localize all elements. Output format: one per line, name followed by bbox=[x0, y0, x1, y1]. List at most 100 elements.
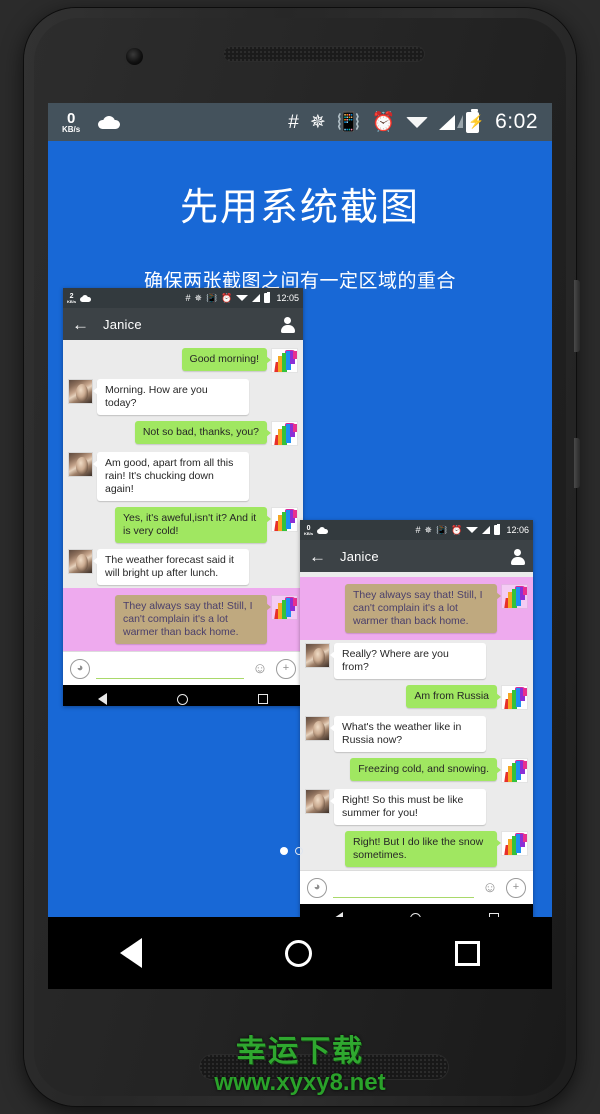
shot-one-speed-unit: KB/s bbox=[67, 298, 77, 304]
earpiece-speaker bbox=[223, 46, 425, 62]
shot-two-conversation-title: Janice bbox=[340, 548, 379, 564]
chat-message-row: Not so bad, thanks, you? bbox=[63, 418, 303, 449]
screenshot-thumbnail-one[interactable]: 2 KB/s # ✵ 📳 ⏰ 12:05 ← Janice Good morni… bbox=[63, 288, 303, 706]
wifi-icon bbox=[406, 116, 429, 128]
vibrate-icon: 📳 bbox=[336, 111, 361, 133]
sender-avatar-dinosaur bbox=[501, 685, 528, 710]
chat-bubble[interactable]: Good morning! bbox=[181, 348, 272, 371]
chat-bubble[interactable]: Morning. How are you today? bbox=[93, 379, 249, 415]
contact-avatar bbox=[305, 789, 330, 814]
chat-message-row: Right! So this must be like summer for y… bbox=[300, 786, 533, 828]
voice-icon[interactable]: ◕ bbox=[70, 658, 90, 679]
status-clock: 6:02 bbox=[495, 110, 538, 133]
chat-message-row: Am from Russia bbox=[300, 682, 533, 713]
shot-two-toolbar: ← Janice bbox=[300, 540, 533, 572]
chat-bubble[interactable]: They always say that! Still, I can't com… bbox=[115, 595, 271, 644]
chat-bubble[interactable]: What's the weather like in Russia now? bbox=[330, 716, 486, 752]
network-speed-indicator: 0 KB/s bbox=[62, 111, 80, 134]
power-button[interactable] bbox=[574, 280, 580, 352]
back-arrow-icon[interactable]: ← bbox=[72, 316, 89, 333]
chat-message-row: Yes, it's aweful,isn't it? And it is ver… bbox=[63, 504, 303, 546]
front-camera-icon bbox=[126, 48, 143, 65]
network-speed-unit: KB/s bbox=[62, 124, 81, 134]
cellular-signal-icon bbox=[252, 294, 261, 302]
chat-bubble[interactable]: They always say that! Still, I can't com… bbox=[345, 584, 501, 633]
phone-screen: 0 KB/s # ✵ 📳 ⏰ 6:02 先用系统截图 确保两张截图之间有一定区域… bbox=[48, 103, 552, 917]
chat-message-row: Right! But I do like the snow sometimes. bbox=[300, 828, 533, 870]
back-icon[interactable] bbox=[98, 693, 107, 705]
page-indicator-dots[interactable] bbox=[280, 847, 303, 855]
bluetooth-icon: ✵ bbox=[194, 292, 203, 303]
chat-bubble[interactable]: Yes, it's aweful,isn't it? And it is ver… bbox=[115, 507, 271, 543]
shot-two-status-bar: 0 KB/s # ✵ 📳 ⏰ 12:06 bbox=[300, 520, 533, 540]
contact-avatar bbox=[305, 716, 330, 741]
sender-avatar-dinosaur bbox=[271, 595, 298, 620]
page-dot-1[interactable] bbox=[280, 847, 288, 855]
screenshot-thumbnail-two[interactable]: 0 KB/s # ✵ 📳 ⏰ 12:06 ← Janice They alway… bbox=[300, 520, 533, 917]
chat-bubble[interactable]: Am from Russia bbox=[406, 685, 501, 708]
contact-icon[interactable] bbox=[510, 548, 525, 565]
chat-bubble[interactable]: Really? Where are you from? bbox=[330, 643, 486, 679]
add-attachment-icon[interactable]: + bbox=[276, 658, 296, 679]
chat-bubble[interactable]: Not so bad, thanks, you? bbox=[134, 421, 272, 444]
battery-icon bbox=[494, 523, 501, 535]
shot-one-conversation-title: Janice bbox=[103, 316, 142, 332]
message-input[interactable] bbox=[96, 659, 244, 679]
bluetooth-icon: ✵ bbox=[424, 524, 433, 535]
chat-bubble[interactable]: The weather forecast said it will bright… bbox=[93, 549, 249, 585]
page-dot-2[interactable] bbox=[295, 847, 303, 855]
shot-one-input-bar[interactable]: ◕ ☺ + bbox=[63, 651, 303, 685]
shot-two-network-speed: 0 KB/s bbox=[304, 525, 313, 536]
overlap-highlight-region: They always say that! Still, I can't com… bbox=[63, 588, 303, 651]
cloud-icon bbox=[317, 526, 329, 534]
add-attachment-icon[interactable]: + bbox=[506, 877, 526, 898]
back-icon[interactable] bbox=[119, 938, 142, 968]
voice-icon[interactable]: ◕ bbox=[307, 877, 327, 898]
home-icon[interactable] bbox=[177, 693, 188, 705]
sender-avatar-dinosaur bbox=[501, 758, 528, 783]
shot-one-clock: 12:05 bbox=[276, 293, 299, 303]
headline-area: 先用系统截图 确保两张截图之间有一定区域的重合 bbox=[48, 141, 552, 295]
avatar-shape bbox=[293, 598, 297, 606]
shot-two-speed-unit: KB/s bbox=[304, 530, 314, 536]
recents-icon[interactable] bbox=[455, 940, 481, 966]
shot-one-toolbar: ← Janice bbox=[63, 308, 303, 340]
contact-icon[interactable] bbox=[280, 316, 295, 333]
chat-message-row: Good morning! bbox=[63, 345, 303, 376]
sender-avatar-dinosaur bbox=[501, 831, 528, 856]
volume-button[interactable] bbox=[574, 438, 580, 488]
shot-two-input-bar[interactable]: ◕ ☺ + bbox=[300, 870, 533, 904]
avatar-shape bbox=[523, 688, 527, 696]
recents-icon[interactable] bbox=[258, 694, 268, 704]
bottom-speaker-grille bbox=[199, 1054, 449, 1080]
page-title: 先用系统截图 bbox=[179, 187, 420, 229]
cellular-signal-icon bbox=[439, 114, 464, 130]
device-navigation-bar bbox=[48, 917, 552, 989]
status-left-group: 0 KB/s bbox=[62, 111, 121, 134]
chat-message-row: They always say that! Still, I can't com… bbox=[63, 592, 303, 647]
shot-one-message-list: Good morning! Morning. How are you today?… bbox=[63, 340, 303, 651]
battery-charging-icon bbox=[466, 108, 480, 133]
wifi-icon bbox=[466, 527, 479, 533]
network-speed-value: 0 bbox=[66, 109, 76, 127]
avatar-shape bbox=[523, 587, 527, 595]
chat-bubble[interactable]: Freezing cold, and snowing. bbox=[350, 758, 501, 781]
home-icon[interactable] bbox=[284, 939, 312, 967]
chat-bubble[interactable]: Right! So this must be like summer for y… bbox=[330, 789, 486, 825]
message-input[interactable] bbox=[333, 878, 474, 898]
chat-message-row: The weather forecast said it will bright… bbox=[63, 546, 303, 588]
status-right-group: # ✵ 📳 ⏰ 6:02 bbox=[288, 108, 538, 134]
sender-avatar-dinosaur bbox=[271, 421, 298, 446]
sender-avatar-dinosaur bbox=[271, 348, 298, 373]
hash-icon: # bbox=[185, 292, 191, 303]
emoji-icon[interactable]: ☺ bbox=[480, 878, 500, 898]
sender-avatar-dinosaur bbox=[271, 507, 298, 532]
avatar-shape bbox=[293, 510, 297, 518]
chat-message-row: Freezing cold, and snowing. bbox=[300, 755, 533, 786]
hash-icon: # bbox=[415, 524, 421, 535]
chat-bubble[interactable]: Right! But I do like the snow sometimes. bbox=[345, 831, 501, 867]
back-arrow-icon[interactable]: ← bbox=[309, 548, 326, 565]
chat-bubble[interactable]: Am good, apart from all this rain! It's … bbox=[93, 452, 249, 501]
vibrate-icon: 📳 bbox=[206, 292, 218, 303]
emoji-icon[interactable]: ☺ bbox=[250, 659, 270, 679]
